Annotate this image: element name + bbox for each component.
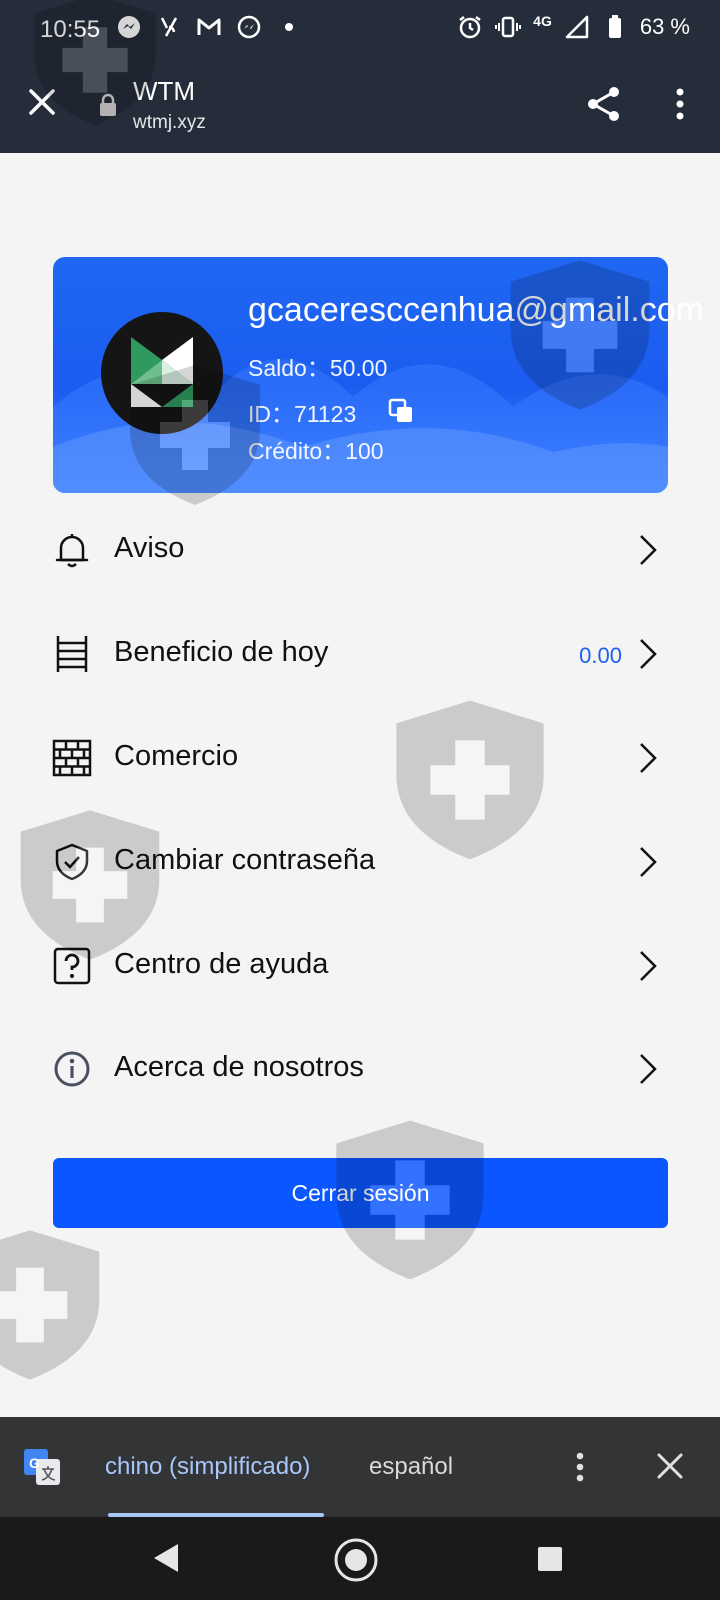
logout-button[interactable]: Cerrar sesión [53,1158,668,1228]
more-vert-icon[interactable] [568,1449,592,1485]
more-notifications-dot-icon [285,23,293,31]
close-icon[interactable] [26,86,58,118]
battery-icon [608,15,621,38]
recent-apps-icon[interactable] [536,1545,564,1573]
chevron-right-icon [640,535,657,565]
back-icon[interactable] [150,1541,182,1575]
app-logo-icon [131,337,193,407]
user-id-value: 71123 [294,401,357,427]
user-email: gcaceresccenhua@gmail.com [248,291,704,329]
user-id-label: ID： [248,401,294,427]
menu-item-aviso[interactable]: Aviso [0,510,720,590]
page-url[interactable]: wtmj.xyz [133,112,206,134]
chevron-right-icon [640,639,657,669]
tab-target-language[interactable]: español [369,1453,453,1481]
notification-icons [116,14,302,40]
credit-label: Crédito： [248,438,346,464]
menu-label: Acerca de nosotros [114,1051,364,1083]
avatar [101,312,223,434]
status-bar: 10:55 4G 63 % [0,0,720,58]
system-nav-bar [0,1517,720,1600]
balance-line: Saldo：50.00 [248,349,387,383]
google-translate-icon[interactable]: G [22,1447,62,1487]
chevron-right-icon [640,1054,657,1084]
info-circle-icon [54,1051,90,1087]
browser-header: 10:55 4G 63 % WTM wtmj.xyz [0,0,720,153]
menu-item-beneficio[interactable]: Beneficio de hoy 0.00 [0,614,720,694]
bell-icon [55,534,89,568]
menu-label: Beneficio de hoy [114,636,329,668]
yape-icon [160,17,178,37]
lock-icon[interactable] [98,93,118,117]
menu-item-cambiar-contrasena[interactable]: Cambiar contraseña [0,822,720,902]
balance-value: 50.00 [329,355,388,381]
messenger-icon [118,16,140,38]
messenger-icon [237,15,261,39]
credit-line: Crédito：100 [248,432,384,466]
menu-label: Centro de ayuda [114,948,329,980]
more-vert-icon[interactable] [668,86,692,122]
menu-label: Cambiar contraseña [114,844,376,876]
brick-wall-icon [52,739,92,777]
copy-icon[interactable] [388,398,414,424]
status-time: 10:55 [40,16,101,43]
vibrate-icon [495,16,522,38]
menu-label: Aviso [114,532,185,564]
menu-item-centro-ayuda[interactable]: Centro de ayuda [0,926,720,1006]
alarm-icon [459,16,481,39]
menu-item-acerca[interactable]: Acerca de nosotros [0,1029,720,1109]
chevron-right-icon [640,847,657,877]
system-status: 4G 63 % [457,13,690,40]
menu-label: Comercio [114,740,239,772]
profile-card: gcaceresccenhua@gmail.com Saldo：50.00 ID… [53,257,704,493]
network-type: 4G [533,13,552,29]
user-id-line: ID：71123 [248,395,356,429]
gmail-icon [197,18,221,35]
tab-source-language[interactable]: chino (simplificado) [105,1453,310,1481]
battery-percent: 63 % [639,14,690,39]
chevron-right-icon [640,743,657,773]
page-title: WTM [133,76,196,106]
help-box-icon [53,947,91,985]
close-icon[interactable] [655,1451,685,1481]
today-profit-value: 0.00 [579,643,622,668]
credit-value: 100 [345,438,384,464]
signal-icon [565,15,589,39]
chevron-right-icon [640,951,657,981]
translate-bar: G chino (simplificado) español [0,1417,720,1517]
watermark-shield-icon [0,1230,100,1380]
balance-label: Saldo： [248,355,330,381]
shield-check-icon [55,843,89,881]
share-icon[interactable] [584,84,624,124]
svg-text:G: G [29,1455,40,1471]
menu-item-comercio[interactable]: Comercio [0,718,720,798]
ladder-icon [56,636,88,672]
home-icon[interactable] [333,1537,379,1583]
